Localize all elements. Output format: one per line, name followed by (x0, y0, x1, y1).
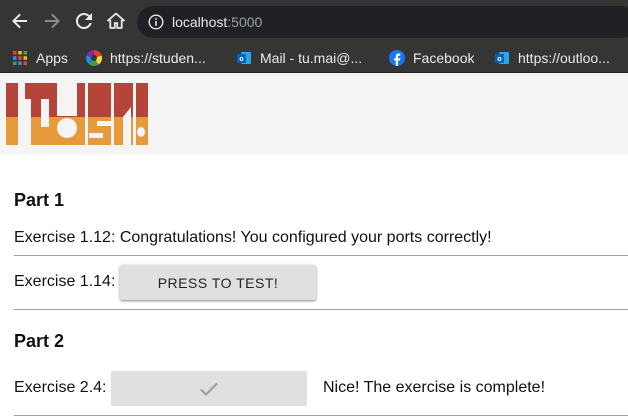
divider (14, 309, 628, 310)
outlook-icon: o (495, 52, 509, 64)
url-host: localhost (172, 14, 228, 30)
arrow-left-icon (12, 13, 27, 29)
info-icon[interactable] (148, 14, 164, 30)
bookmarks-bar: Apps https://studen... o Mail - tu.mai@.… (0, 44, 628, 73)
exercise-2-4-status: Nice! The exercise is complete! (323, 379, 546, 396)
exercise-2-4-label: Exercise 2.4: (14, 379, 107, 396)
reload-icon (75, 12, 92, 29)
bookmark-outlook[interactable]: o https://outloo... (494, 44, 610, 72)
url-port: :5000 (227, 14, 263, 30)
bookmark-label: Facebook (413, 50, 475, 66)
facebook-icon (389, 50, 405, 66)
checkmark-icon (200, 382, 218, 396)
home-button[interactable] (106, 11, 126, 31)
back-button[interactable] (10, 11, 30, 31)
reload-button[interactable] (74, 11, 94, 31)
home-icon (107, 12, 125, 29)
apps-grid-icon (13, 51, 27, 65)
divider (14, 255, 628, 256)
press-to-test-button[interactable]: PRESS TO TEST! (120, 265, 316, 300)
forward-button[interactable] (42, 11, 62, 31)
exercise-2-4-complete-button (111, 371, 307, 406)
exercise-1-14-label: Exercise 1.14: (14, 273, 116, 290)
bookmark-label: https://studen... (110, 50, 206, 66)
outlook-icon: o (237, 52, 251, 64)
colorful-wheel-icon (86, 50, 102, 66)
bookmark-mail[interactable]: o Mail - tu.mai@... (236, 44, 362, 72)
exercise-1-12-message: Exercise 1.12: Congratulations! You conf… (14, 229, 492, 246)
bookmark-apps[interactable]: Apps (12, 44, 68, 72)
bookmark-label: Apps (36, 50, 68, 66)
part1-heading: Part 1 (14, 190, 65, 210)
itoska-logo: itoska (5, 83, 148, 145)
bookmark-facebook[interactable]: Facebook (389, 44, 474, 72)
bookmark-student[interactable]: https://studen... (86, 44, 206, 72)
browser-toolbar: localhost:5000 (0, 0, 628, 44)
part2-heading: Part 2 (14, 331, 65, 351)
url-text[interactable]: localhost:5000 (172, 13, 262, 31)
main-content: Part 1 Exercise 1.12: Congratulations! Y… (0, 154, 628, 416)
svg-text:o: o (239, 56, 243, 63)
arrow-right-icon (45, 13, 60, 29)
bookmark-label: Mail - tu.mai@... (260, 50, 363, 66)
page-header: itoska (0, 73, 628, 154)
svg-text:o: o (497, 56, 501, 63)
address-bar[interactable]: localhost:5000 (137, 6, 628, 38)
bookmark-label: https://outloo... (518, 50, 610, 66)
